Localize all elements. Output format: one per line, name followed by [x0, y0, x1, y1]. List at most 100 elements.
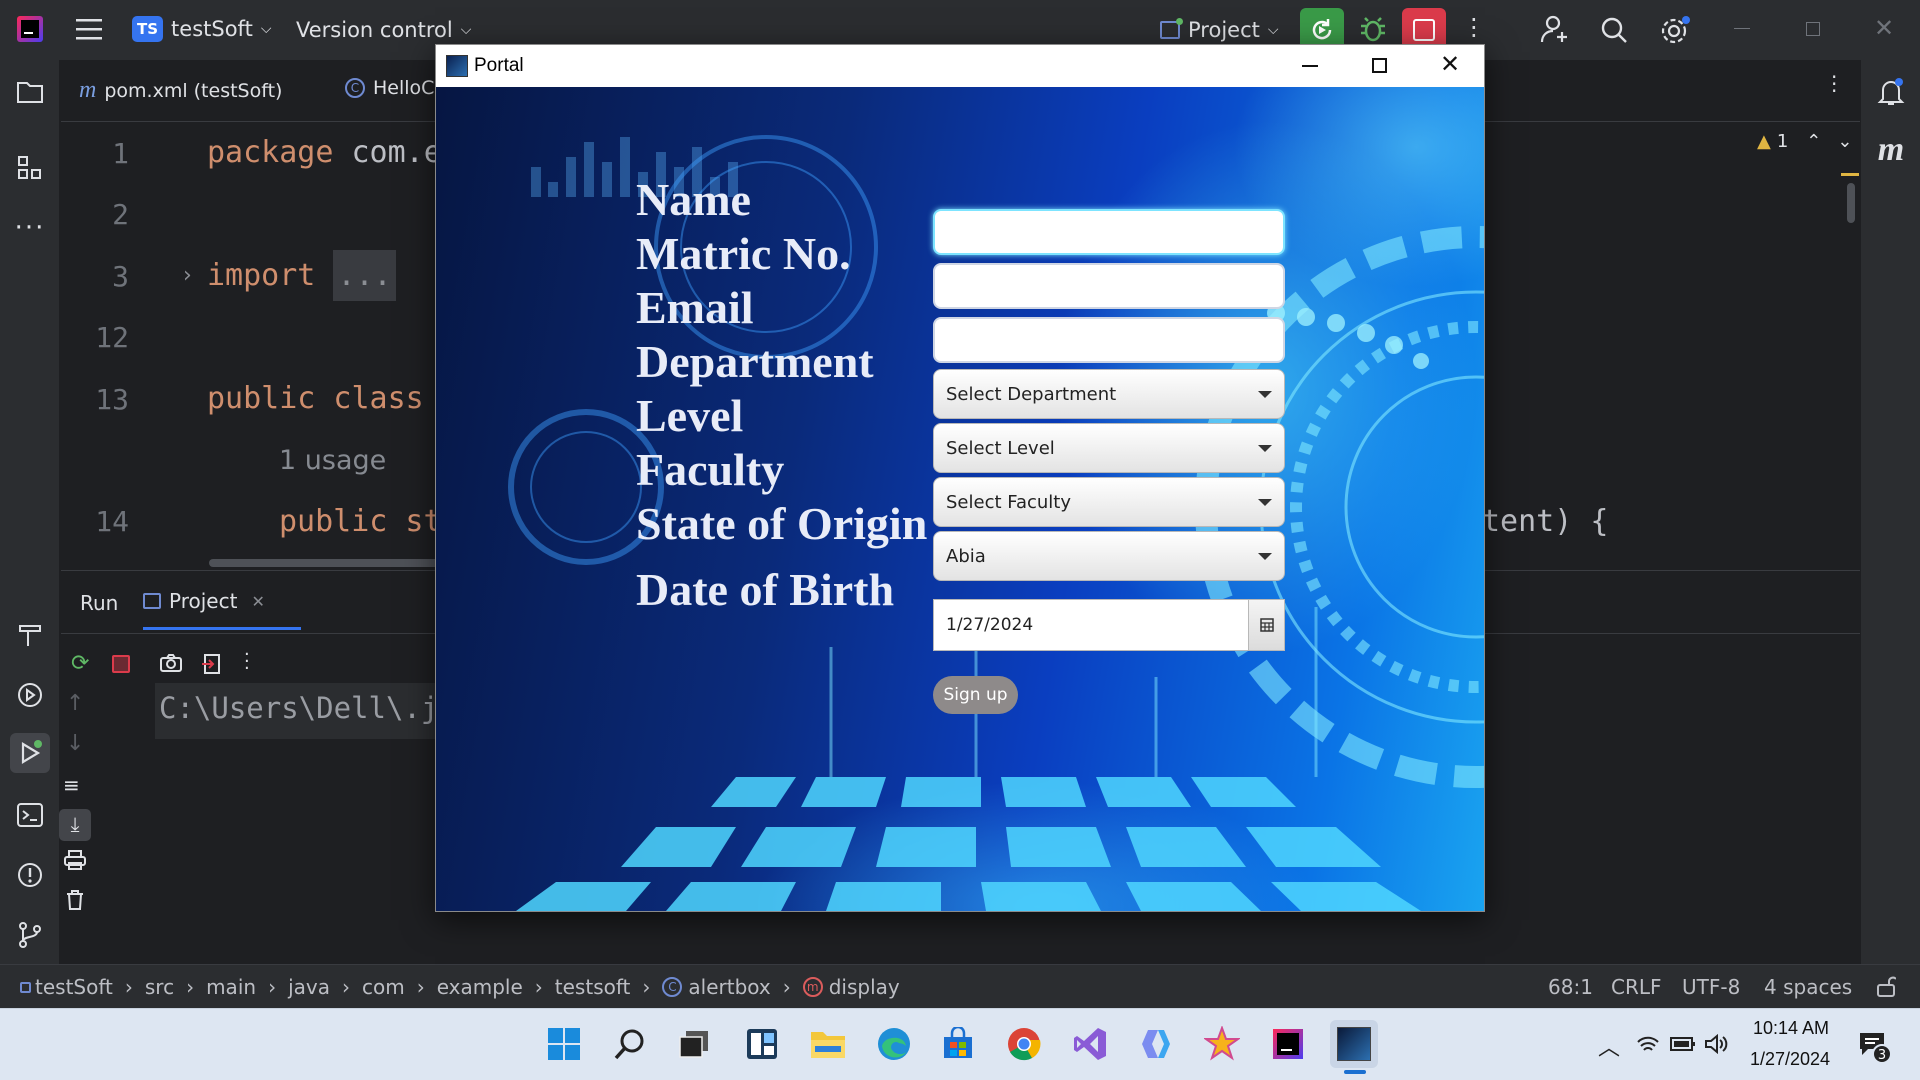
minimize-icon[interactable]	[1302, 65, 1318, 67]
minimize-ide-icon[interactable]	[1734, 28, 1750, 29]
settings-gear-icon[interactable]	[1660, 16, 1690, 46]
restore-ide-icon[interactable]	[1806, 22, 1820, 36]
code-with-me-icon[interactable]	[1540, 14, 1570, 44]
next-warning-icon[interactable]: ⌄	[1837, 131, 1852, 152]
faculty-select[interactable]: Select Faculty	[933, 477, 1285, 527]
task-view-icon[interactable]	[670, 1020, 718, 1068]
breadcrumb-item[interactable]: main	[206, 975, 256, 999]
edge-browser-icon[interactable]	[870, 1020, 918, 1068]
maximize-icon[interactable]	[1372, 58, 1387, 73]
breadcrumb-item[interactable]: testsoft	[555, 975, 631, 999]
notifications-bell-icon[interactable]	[1871, 72, 1911, 112]
run-tab[interactable]: Run	[80, 591, 118, 615]
level-select[interactable]: Select Level	[933, 423, 1285, 473]
breadcrumb-item[interactable]: java	[288, 975, 330, 999]
clock-time[interactable]: 10:14 AM	[1746, 1018, 1836, 1039]
version-control-widget[interactable]: Version control ⌵	[296, 18, 471, 42]
tab-hello-class[interactable]: C HelloC	[345, 77, 434, 99]
breadcrumb-item[interactable]: example	[437, 975, 523, 999]
intellij-logo-icon[interactable]	[17, 16, 43, 42]
project-widget[interactable]: TS testSoft ⌵	[132, 16, 271, 42]
tabs-more-icon[interactable]: · · ·	[1831, 67, 1837, 101]
project-run-tab[interactable]: Project ✕	[143, 589, 265, 613]
terminal-icon[interactable]	[10, 795, 50, 835]
copilot-icon[interactable]	[1132, 1020, 1180, 1068]
more-actions-icon[interactable]: · · ·	[1470, 8, 1478, 48]
camera-icon[interactable]	[159, 653, 183, 673]
java-portal-taskbar-icon[interactable]	[1330, 1020, 1378, 1068]
maven-icon[interactable]: m	[1871, 130, 1911, 170]
exit-icon[interactable]	[201, 653, 223, 675]
name-label: Name	[636, 174, 751, 225]
breadcrumb-item[interactable]: com	[362, 975, 405, 999]
breadcrumb-item[interactable]: alertbox	[688, 975, 770, 999]
email-input[interactable]	[933, 317, 1285, 363]
run-config-label: Project	[1188, 18, 1260, 42]
project-folder-icon[interactable]	[10, 72, 50, 112]
matric-input[interactable]	[933, 263, 1285, 309]
tab-pom-xml[interactable]: m pom.xml (testSoft)	[79, 77, 282, 104]
portal-title-bar[interactable]: Portal ✕	[436, 45, 1484, 87]
editor-scrollbar[interactable]	[1847, 183, 1855, 223]
microsoft-store-icon[interactable]	[934, 1020, 982, 1068]
scroll-up-icon[interactable]: ↑	[66, 691, 84, 716]
git-branch-icon[interactable]	[10, 915, 50, 955]
run-config-icon	[143, 593, 161, 609]
main-menu-icon[interactable]	[76, 18, 102, 40]
visual-studio-icon[interactable]	[1066, 1020, 1114, 1068]
chrome-icon[interactable]	[1000, 1020, 1048, 1068]
file-explorer-icon[interactable]	[804, 1020, 852, 1068]
file-encoding[interactable]: UTF-8	[1682, 975, 1740, 999]
caret-position[interactable]: 68:1	[1548, 975, 1593, 999]
print-icon[interactable]	[63, 849, 87, 871]
date-of-birth-picker[interactable]: 1/27/2024	[933, 599, 1285, 651]
prev-warning-icon[interactable]: ⌃	[1806, 131, 1821, 152]
search-icon[interactable]	[1600, 16, 1628, 44]
start-windows-icon[interactable]	[540, 1020, 588, 1068]
stop-icon[interactable]	[112, 655, 130, 673]
show-hidden-icons-chevron-icon[interactable]: ︿	[1598, 1030, 1620, 1062]
name-input[interactable]	[933, 209, 1285, 255]
sign-up-button[interactable]: Sign up	[933, 676, 1018, 714]
more-tools-icon[interactable]: ···	[10, 208, 50, 248]
search-icon[interactable]	[606, 1020, 654, 1068]
folded-imports[interactable]: ...	[333, 250, 396, 301]
clock-date[interactable]: 1/27/2024	[1740, 1049, 1840, 1070]
line-separator[interactable]: CRLF	[1611, 975, 1662, 999]
fold-chevron-icon[interactable]: ›	[183, 263, 192, 288]
wifi-icon[interactable]	[1636, 1034, 1660, 1054]
close-ide-icon[interactable]: ✕	[1874, 14, 1894, 42]
battery-icon[interactable]	[1670, 1036, 1696, 1052]
services-icon[interactable]	[10, 675, 50, 715]
usage-hint[interactable]: 1 usage	[279, 445, 386, 476]
run-config-widget[interactable]: Project ⌵	[1160, 18, 1278, 42]
problems-icon[interactable]	[10, 855, 50, 895]
volume-icon[interactable]	[1704, 1034, 1728, 1054]
rerun-icon[interactable]: ⟳	[71, 651, 89, 676]
breadcrumb-item[interactable]: display	[829, 975, 900, 999]
structure-icon[interactable]	[10, 148, 50, 188]
run-more-icon[interactable]: · · ·	[244, 646, 250, 678]
close-tab-icon[interactable]: ✕	[251, 592, 264, 611]
department-select[interactable]: Select Department	[933, 369, 1285, 419]
star-app-icon[interactable]	[1198, 1020, 1246, 1068]
soft-wrap-icon[interactable]: ≡	[63, 773, 80, 797]
date-value[interactable]: 1/27/2024	[934, 600, 1248, 650]
breadcrumb-item[interactable]: src	[145, 975, 174, 999]
warning-marker[interactable]	[1841, 173, 1859, 176]
clear-trash-icon[interactable]	[65, 889, 85, 911]
breadcrumb-item[interactable]: testSoft	[35, 975, 113, 999]
close-icon[interactable]: ✕	[1440, 50, 1460, 79]
widgets-icon[interactable]	[738, 1020, 786, 1068]
build-hammer-icon[interactable]	[10, 615, 50, 655]
run-tool-icon[interactable]	[10, 733, 50, 773]
state-of-origin-select[interactable]: Abia	[933, 531, 1285, 581]
debug-icon[interactable]	[1358, 14, 1388, 44]
scroll-to-end-icon[interactable]: ⤓	[59, 809, 91, 841]
lock-icon[interactable]	[1876, 975, 1896, 997]
warnings-indicator[interactable]: ▲ 1 ⌃ ⌄	[1757, 131, 1852, 152]
indent-setting[interactable]: 4 spaces	[1764, 975, 1852, 999]
calendar-icon[interactable]	[1248, 600, 1284, 650]
intellij-taskbar-icon[interactable]	[1264, 1020, 1312, 1068]
scroll-down-icon[interactable]: ↓	[66, 731, 84, 756]
